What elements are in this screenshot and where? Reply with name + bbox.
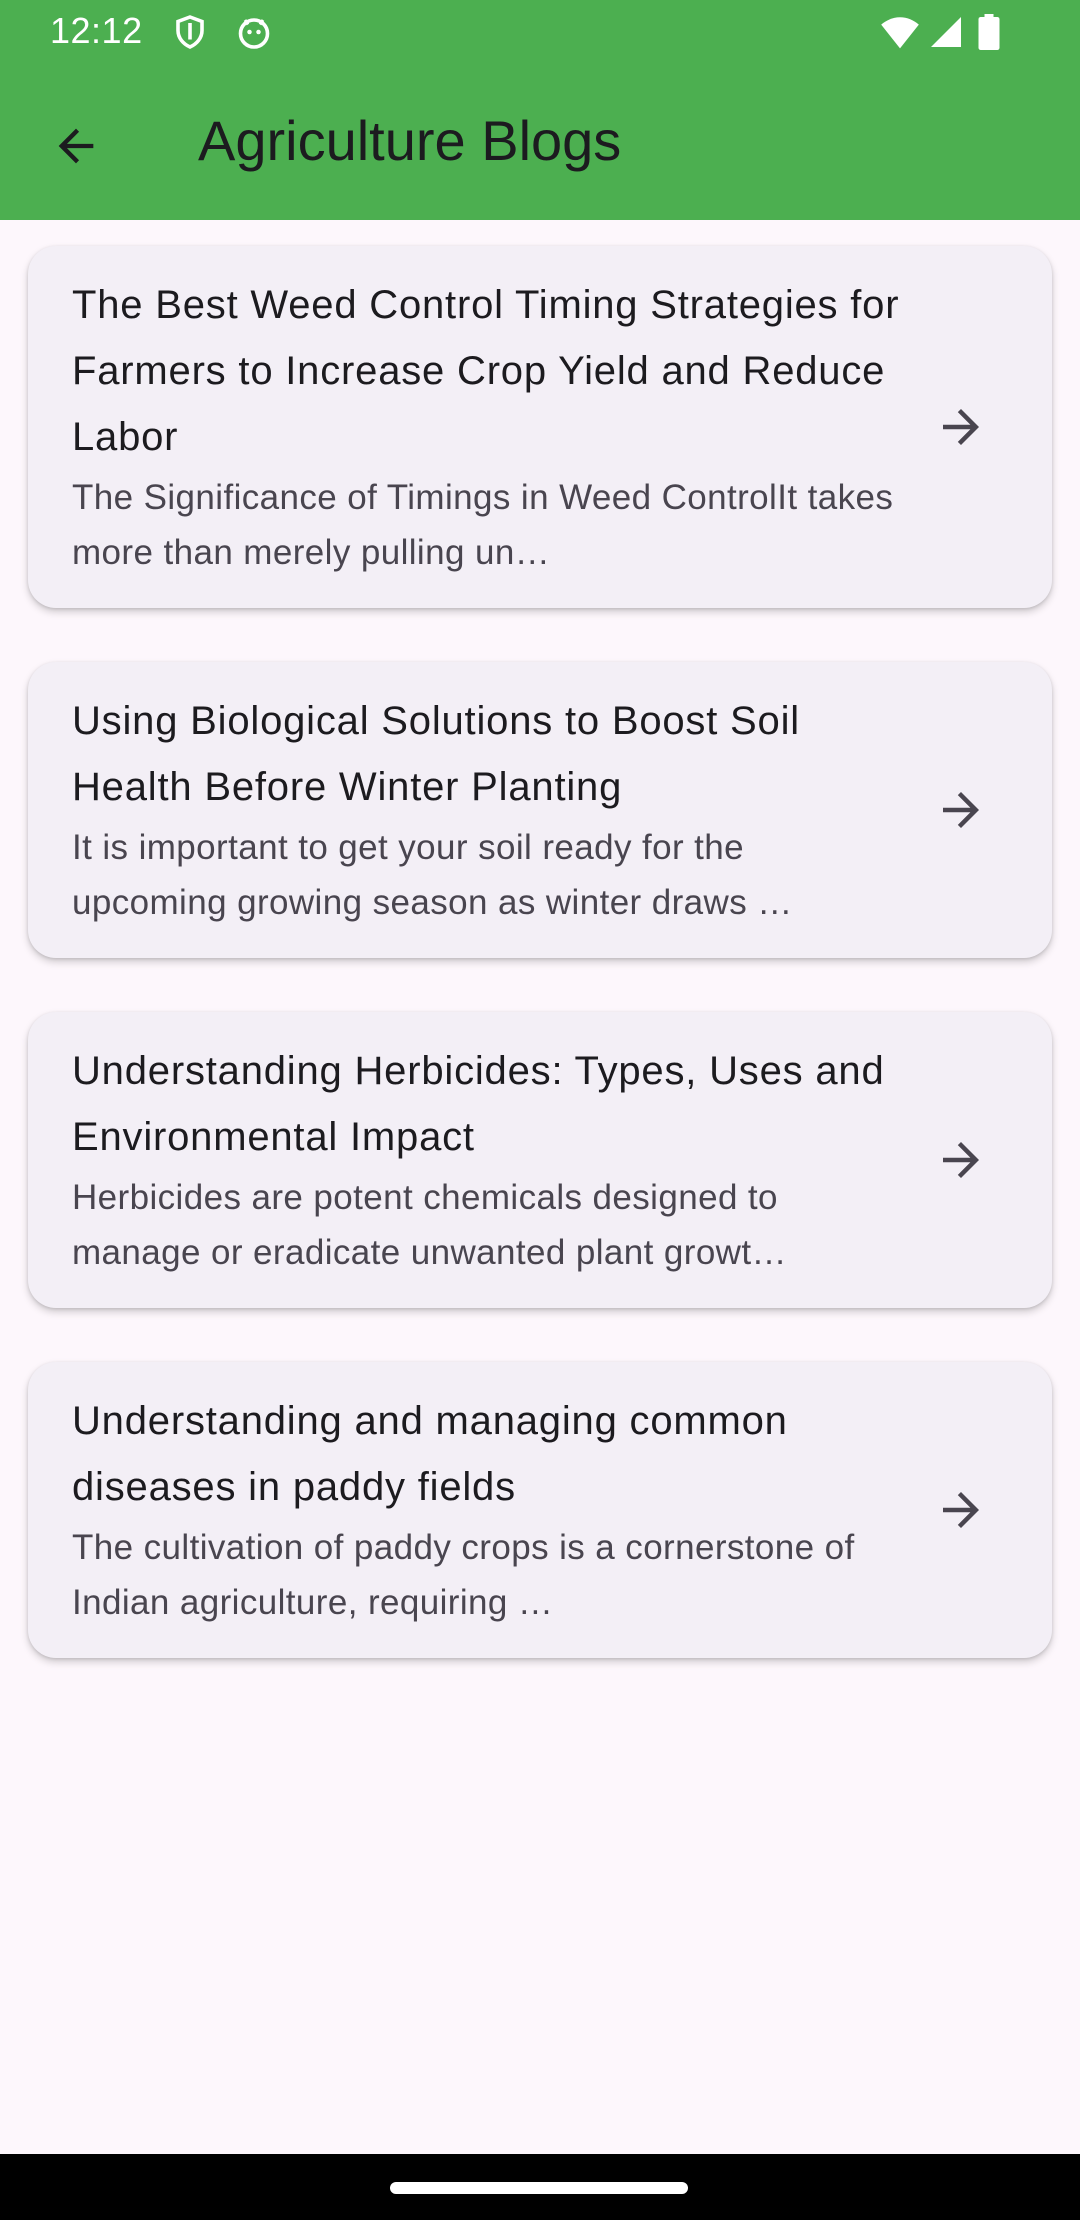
blog-excerpt: The cultivation of paddy crops is a corn…: [72, 1528, 855, 1622]
blog-title: The Best Weed Control Timing Strategies …: [72, 283, 900, 459]
android-icon: [236, 14, 272, 50]
blog-excerpt: The Significance of Timings in Weed Cont…: [72, 478, 894, 572]
app-bar: 12:12 Agriculture Blogs: [0, 0, 1080, 220]
blog-card[interactable]: The Best Weed Control Timing Strategies …: [28, 246, 1052, 608]
arrow-forward-icon: [943, 792, 979, 828]
signal-icon: [928, 14, 964, 50]
page-title: Agriculture Blogs: [198, 109, 622, 172]
navigation-bar: [0, 2154, 1080, 2220]
home-indicator[interactable]: [390, 2182, 688, 2194]
status-time: 12:12: [50, 10, 143, 51]
blog-title: Understanding Herbicides: Types, Uses an…: [72, 1049, 885, 1159]
arrow-forward-icon: [943, 1492, 979, 1528]
battery-icon: [976, 14, 1002, 50]
arrow-forward-icon: [943, 1142, 979, 1178]
blog-card[interactable]: Understanding and managing common diseas…: [28, 1362, 1052, 1658]
status-bar: 12:12: [0, 0, 1080, 64]
blog-card[interactable]: Using Biological Solutions to Boost Soil…: [28, 662, 1052, 958]
toolbar: Agriculture Blogs: [0, 64, 1080, 220]
blog-excerpt: It is important to get your soil ready f…: [72, 828, 793, 922]
blog-title: Understanding and managing common diseas…: [72, 1399, 788, 1509]
screen: 12:12 Agriculture Blogs The Best Weed Co…: [0, 0, 1080, 2220]
blog-excerpt: Herbicides are potent chemicals designed…: [72, 1178, 787, 1272]
back-button[interactable]: [40, 110, 112, 182]
blog-card[interactable]: Understanding Herbicides: Types, Uses an…: [28, 1012, 1052, 1308]
arrow-back-icon: [58, 128, 94, 164]
blog-title: Using Biological Solutions to Boost Soil…: [72, 699, 800, 809]
arrow-forward-icon: [943, 409, 979, 445]
shield-icon: [172, 14, 208, 50]
wifi-icon: [880, 14, 920, 50]
blog-list: The Best Weed Control Timing Strategies …: [28, 246, 1052, 1712]
